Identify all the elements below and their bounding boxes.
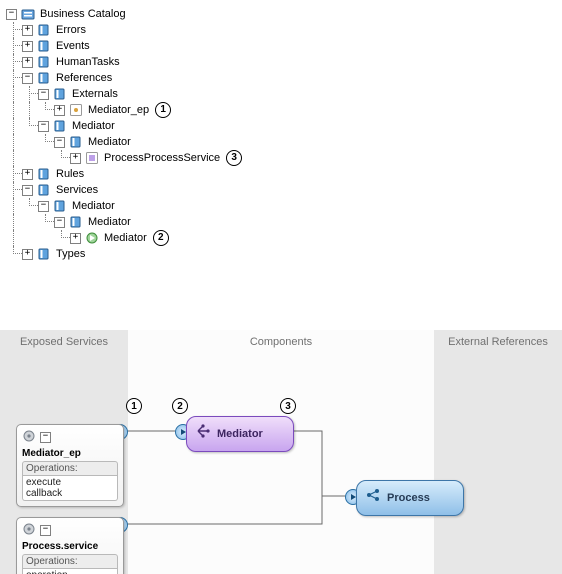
- operations-header: Operations:: [22, 461, 118, 476]
- service-card-process-service[interactable]: − Process.service Operations: operation …: [16, 517, 124, 574]
- service-title: Mediator_ep: [22, 448, 118, 459]
- service-title: Process.service: [22, 541, 118, 552]
- book-icon: [52, 198, 68, 214]
- toggle-icon[interactable]: [22, 185, 33, 196]
- annotation-badge-2: 2: [153, 230, 169, 246]
- tree-label: Types: [54, 246, 87, 262]
- tree-node-svc-mediator-leaf[interactable]: Mediator 2: [6, 230, 556, 246]
- book-icon: [36, 166, 52, 182]
- external-service-icon: [68, 102, 84, 118]
- operation-item: callback: [26, 488, 114, 499]
- book-icon: [36, 182, 52, 198]
- mediator-service-icon: [84, 230, 100, 246]
- reference-icon: [84, 150, 100, 166]
- tree-label: Mediator_ep: [86, 102, 151, 118]
- tree-node-ref-mediator[interactable]: Mediator: [6, 118, 556, 134]
- tree-label: Rules: [54, 166, 86, 182]
- tree-node-processprocessservice[interactable]: ProcessProcessService 3: [6, 150, 556, 166]
- tree-node-types[interactable]: Types: [6, 246, 556, 262]
- toggle-icon[interactable]: [38, 89, 49, 100]
- toggle-icon[interactable]: [22, 249, 33, 260]
- collapse-icon[interactable]: −: [40, 525, 51, 536]
- composite-panel: Exposed Services Components External Ref…: [0, 330, 562, 574]
- toggle-icon[interactable]: [70, 233, 81, 244]
- lane-title: External References: [434, 336, 562, 348]
- book-icon: [36, 38, 52, 54]
- tree-label: Mediator: [70, 118, 117, 134]
- component-label: Mediator: [217, 428, 263, 440]
- book-icon: [36, 246, 52, 262]
- tree-node-events[interactable]: Events: [6, 38, 556, 54]
- tree-label: HumanTasks: [54, 54, 122, 70]
- operation-item: execute: [26, 477, 114, 488]
- component-label: Process: [387, 492, 430, 504]
- book-icon: [36, 54, 52, 70]
- toggle-icon[interactable]: [70, 153, 81, 164]
- tree-node-ref-mediator-sub[interactable]: Mediator: [6, 134, 556, 150]
- component-mediator[interactable]: Mediator: [186, 416, 294, 452]
- tree-node-root[interactable]: Business Catalog: [6, 6, 556, 22]
- tree-node-svc-mediator-sub[interactable]: Mediator: [6, 214, 556, 230]
- catalog-tree: Business Catalog Errors Events HumanTask…: [6, 6, 556, 262]
- book-icon: [52, 86, 68, 102]
- tree-label: References: [54, 70, 114, 86]
- annotation-badge-2: 2: [172, 398, 188, 414]
- tree-node-svc-mediator[interactable]: Mediator: [6, 198, 556, 214]
- tree-label: Errors: [54, 22, 88, 38]
- tree-label: ProcessProcessService: [102, 150, 222, 166]
- tree-node-rules[interactable]: Rules: [6, 166, 556, 182]
- toggle-icon[interactable]: [54, 217, 65, 228]
- book-icon: [36, 70, 52, 86]
- annotation-badge-3: 3: [280, 398, 296, 414]
- tree-label: Mediator: [70, 198, 117, 214]
- tree-node-errors[interactable]: Errors: [6, 22, 556, 38]
- tree-node-mediator-ep[interactable]: Mediator_ep 1: [6, 102, 556, 118]
- tree-node-references[interactable]: References: [6, 70, 556, 86]
- book-icon: [68, 134, 84, 150]
- tree-node-externals[interactable]: Externals: [6, 86, 556, 102]
- toggle-icon[interactable]: [38, 201, 49, 212]
- book-icon: [68, 214, 84, 230]
- book-icon: [52, 118, 68, 134]
- toggle-icon[interactable]: [22, 73, 33, 84]
- book-icon: [36, 22, 52, 38]
- process-icon: [365, 487, 381, 506]
- tree-node-services[interactable]: Services: [6, 182, 556, 198]
- tree-label: Services: [54, 182, 100, 198]
- component-process[interactable]: Process: [356, 480, 464, 516]
- operations-header: Operations:: [22, 554, 118, 569]
- tree-label: Mediator: [102, 230, 149, 246]
- toggle-icon[interactable]: [54, 105, 65, 116]
- toggle-icon[interactable]: [6, 9, 17, 20]
- catalog-icon: [20, 6, 36, 22]
- service-card-mediator-ep[interactable]: − Mediator_ep Operations: execute callba…: [16, 424, 124, 507]
- mediator-icon: [195, 423, 211, 442]
- annotation-badge-1: 1: [155, 102, 171, 118]
- toggle-icon[interactable]: [22, 169, 33, 180]
- tree-label: Business Catalog: [38, 6, 128, 22]
- operations-list: operation operationCallback: [22, 569, 118, 574]
- gear-icon: [22, 522, 36, 539]
- gear-icon: [22, 429, 36, 446]
- toggle-icon[interactable]: [22, 41, 33, 52]
- toggle-icon[interactable]: [22, 25, 33, 36]
- operation-item: operation: [26, 570, 114, 574]
- tree-label: Events: [54, 38, 92, 54]
- toggle-icon[interactable]: [22, 57, 33, 68]
- toggle-icon[interactable]: [54, 137, 65, 148]
- toggle-icon[interactable]: [38, 121, 49, 132]
- annotation-badge-1: 1: [126, 398, 142, 414]
- tree-label: Mediator: [86, 134, 133, 150]
- operations-list: execute callback: [22, 476, 118, 501]
- tree-label: Externals: [70, 86, 120, 102]
- tree-label: Mediator: [86, 214, 133, 230]
- annotation-badge-3: 3: [226, 150, 242, 166]
- collapse-icon[interactable]: −: [40, 432, 51, 443]
- tree-node-humantasks[interactable]: HumanTasks: [6, 54, 556, 70]
- lane-external-references: External References: [434, 330, 562, 574]
